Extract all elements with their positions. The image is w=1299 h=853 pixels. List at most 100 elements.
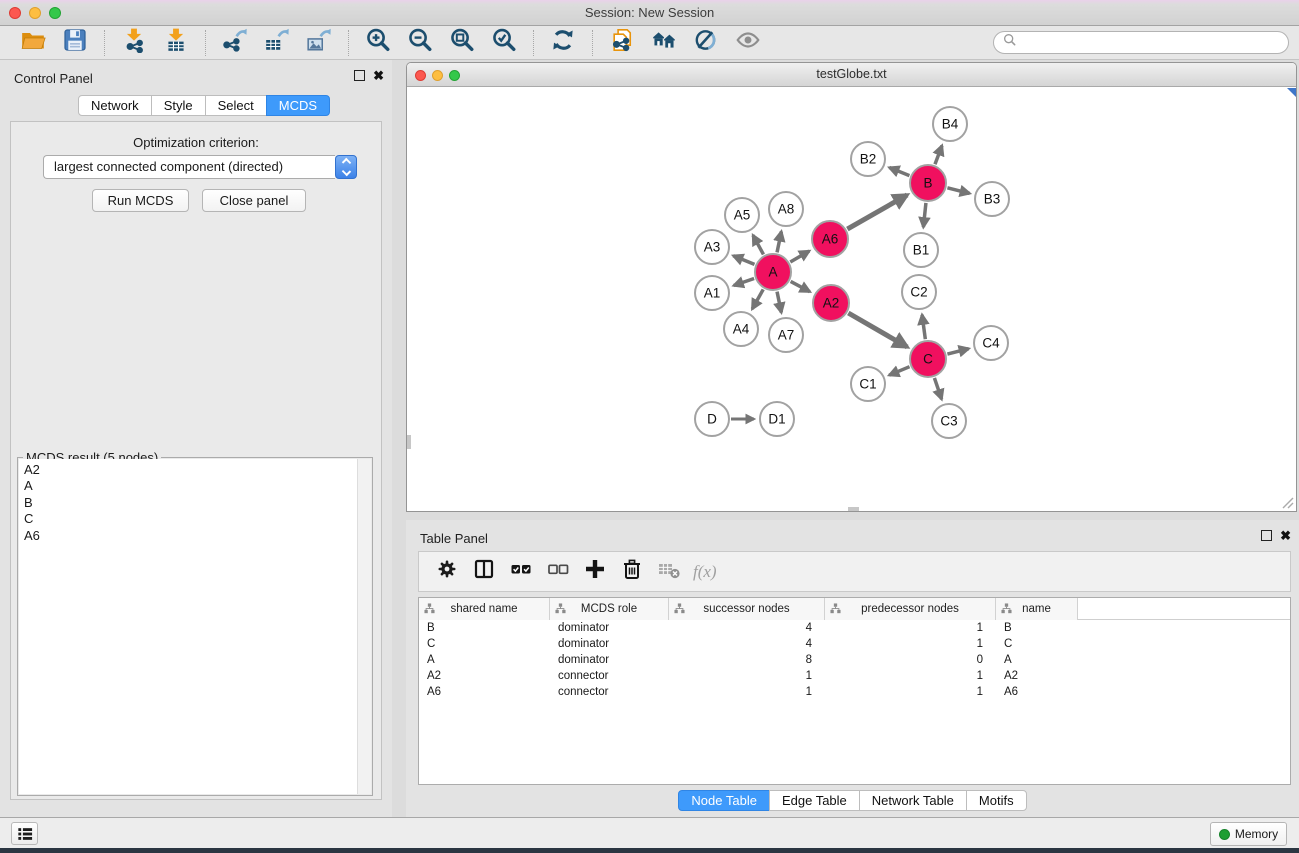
table-cell[interactable]: 1 [669,684,825,700]
graph-node-C3[interactable]: C3 [932,404,966,438]
hide-graphics-details-button[interactable] [685,28,727,58]
deselect-all-button[interactable] [539,557,576,587]
column-header-successor-nodes[interactable]: successor nodes [669,598,825,620]
float-table-panel-icon[interactable] [1261,530,1272,541]
graph-node-A3[interactable]: A3 [695,230,729,264]
add-column-button[interactable] [576,557,613,587]
delete-columns-button[interactable] [613,557,650,587]
table-row[interactable]: A6connector11A6 [419,684,1290,700]
node-table[interactable]: shared nameMCDS rolesuccessor nodesprede… [418,597,1291,785]
graph-edge-C-C4[interactable] [947,349,968,354]
select-all-button[interactable] [502,557,539,587]
table-cell[interactable]: A2 [419,668,550,684]
table-row[interactable]: Adominator80A [419,652,1290,668]
graph-edge-C-C2[interactable] [922,315,925,339]
table-row[interactable]: A2connector11A2 [419,668,1290,684]
mcds-result-item[interactable]: A6 [19,528,371,544]
table-cell[interactable]: 4 [669,636,825,652]
column-header-MCDS-role[interactable]: MCDS role [550,598,669,620]
graph-node-A7[interactable]: A7 [769,318,803,352]
table-cell[interactable]: 1 [825,636,996,652]
table-settings-button[interactable] [428,557,465,587]
graph-edge-A-A8[interactable] [777,232,781,253]
mcds-result-item[interactable]: A [19,478,371,494]
graph-edge-A-A1[interactable] [734,279,754,286]
graph-node-C1[interactable]: C1 [851,367,885,401]
graph-node-A8[interactable]: A8 [769,192,803,226]
graph-node-D[interactable]: D [695,402,729,436]
criterion-dropdown[interactable]: largest connected component (directed) [43,155,357,179]
close-panel-button[interactable]: Close panel [202,189,306,212]
table-cell[interactable]: A [996,652,1078,668]
mcds-result-item[interactable]: A2 [19,459,371,478]
close-panel-icon[interactable]: ✖ [373,70,384,81]
table-cell[interactable]: 0 [825,652,996,668]
table-cell[interactable]: B [996,620,1078,636]
graph-node-D1[interactable]: D1 [760,402,794,436]
graph-edge-A-A4[interactable] [752,289,763,309]
table-cell[interactable]: dominator [550,636,669,652]
graph-edge-C-C1[interactable] [889,367,909,375]
table-cell[interactable]: dominator [550,652,669,668]
graph-edge-A-A7[interactable] [777,292,781,313]
table-cell[interactable]: A [419,652,550,668]
table-cell[interactable]: 4 [669,620,825,636]
zoom-fit-button[interactable] [441,28,483,58]
graph-node-A6[interactable]: A6 [812,221,848,257]
graph-node-A[interactable]: A [755,254,791,290]
table-cell[interactable]: 1 [825,668,996,684]
clone-network-button[interactable] [601,28,643,58]
graph-edge-A2-C[interactable] [848,313,907,347]
zoom-in-button[interactable] [357,28,399,58]
table-cell[interactable]: 1 [669,668,825,684]
table-row[interactable]: Cdominator41C [419,636,1290,652]
graph-edge-B-B3[interactable] [947,188,969,194]
run-mcds-button[interactable]: Run MCDS [92,189,189,212]
graph-edge-B-B4[interactable] [935,146,942,165]
float-panel-icon[interactable] [354,70,365,81]
open-session-button[interactable] [12,28,54,58]
graph-edge-B-B2[interactable] [889,168,909,176]
table-cell[interactable]: C [996,636,1078,652]
zoom-out-button[interactable] [399,28,441,58]
graph-node-B[interactable]: B [910,165,946,201]
table-cell[interactable]: connector [550,684,669,700]
refresh-view-button[interactable] [542,28,584,58]
graph-edge-B-B1[interactable] [923,203,926,227]
graph-node-A4[interactable]: A4 [724,312,758,346]
apply-layout-button[interactable] [643,28,685,58]
graph-edge-A-A3[interactable] [733,256,754,265]
graph-edge-A-A5[interactable] [753,235,763,254]
table-cell[interactable]: A2 [996,668,1078,684]
graph-edge-A-A6[interactable] [790,251,809,262]
table-tab-motifs[interactable]: Motifs [966,790,1027,811]
graph-edge-A6-B[interactable] [847,195,907,229]
import-table-button[interactable] [155,28,197,58]
resize-grip-icon[interactable] [1280,495,1294,509]
graph-edge-A-A2[interactable] [791,281,810,291]
table-row[interactable]: Bdominator41B [419,620,1290,636]
graph-node-B1[interactable]: B1 [904,233,938,267]
network-graph[interactable]: B4B2BB3A5A8A6B1A3AC2A1A2A4A7C4CC1C3DD1 [407,88,1296,511]
graph-node-C[interactable]: C [910,341,946,377]
graph-node-A5[interactable]: A5 [725,198,759,232]
tab-network[interactable]: Network [78,95,152,116]
table-cell[interactable]: dominator [550,620,669,636]
graph-node-B3[interactable]: B3 [975,182,1009,216]
table-cell[interactable]: connector [550,668,669,684]
zoom-selected-button[interactable] [483,28,525,58]
save-session-button[interactable] [54,28,96,58]
table-cell[interactable]: A6 [419,684,550,700]
import-network-button[interactable] [113,28,155,58]
graph-edge-C-C3[interactable] [934,378,941,399]
canvas-vertical-scroll-thumb[interactable] [407,435,411,449]
column-visibility-button[interactable] [465,557,502,587]
tab-style[interactable]: Style [151,95,206,116]
tab-select[interactable]: Select [205,95,267,116]
graph-node-B4[interactable]: B4 [933,107,967,141]
table-tab-edge-table[interactable]: Edge Table [769,790,860,811]
graph-node-A2[interactable]: A2 [813,285,849,321]
table-cell[interactable]: 1 [825,684,996,700]
mcds-result-item[interactable]: C [19,511,371,527]
tab-mcds[interactable]: MCDS [266,95,330,116]
